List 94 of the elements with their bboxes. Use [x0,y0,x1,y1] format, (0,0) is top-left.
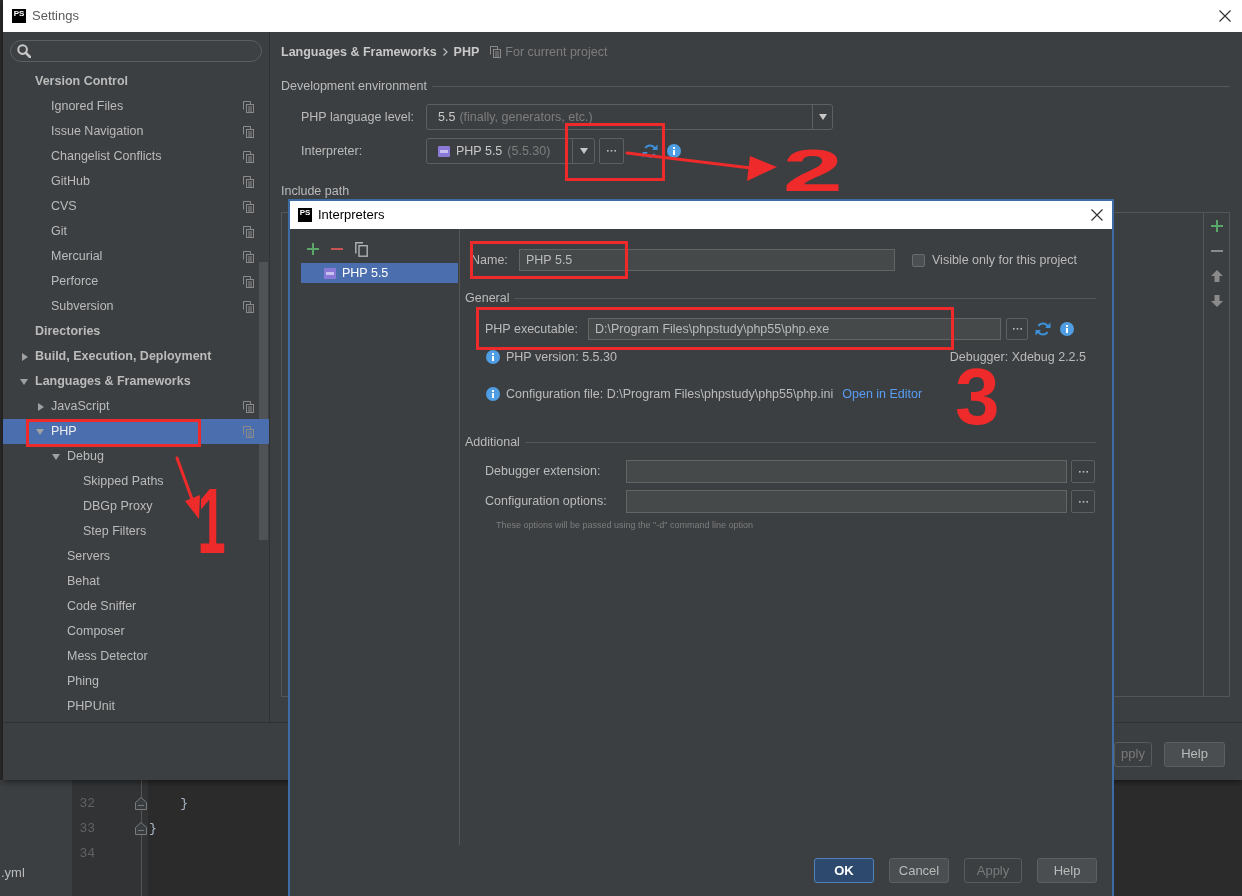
tree-item[interactable]: Ignored Files [3,94,269,119]
window-title: Settings [32,7,79,26]
refresh-icon[interactable] [1035,321,1051,337]
field-label: Configuration options: [485,493,608,511]
fold-marker-icon[interactable] [135,822,147,835]
tree-item[interactable]: CVS [3,194,269,219]
field-label: PHP language level: [301,108,416,126]
dialog-button[interactable]: OK [814,858,874,883]
arrow-up-icon[interactable] [1210,269,1223,282]
plus-icon[interactable] [307,243,319,255]
tree-item[interactable]: PHPUnit [3,694,269,719]
minus-icon[interactable] [1210,249,1223,252]
executable-path-field[interactable]: D:\Program Files\phpstudy\php55\php.exe [588,318,1001,340]
checkbox[interactable] [912,253,925,267]
tree-item[interactable]: Subversion [3,294,269,319]
app-logo: PS [12,9,26,23]
input-field[interactable] [626,460,1067,483]
scope-label: For current project [505,43,608,61]
section-title: General [465,289,510,307]
interpreter-dropdown[interactable]: PHP 5.5 (5.5.30) [426,138,595,164]
info-icon [486,387,500,401]
name-field[interactable]: PHP 5.5 [519,249,895,271]
info-text: Configuration file: D:\Program Files\phpstudy\php55\php.ini [506,385,834,403]
app-logo: PS [298,208,312,222]
caret-down-icon[interactable] [52,453,60,460]
fold-marker-icon[interactable] [135,797,147,810]
search-icon [17,44,31,58]
tree-item[interactable]: Mercurial [3,244,269,269]
caret-right-icon[interactable] [38,402,44,411]
field-label: PHP executable: [485,320,579,338]
dialog-button[interactable]: Cancel [889,858,949,883]
tree-item[interactable]: Debug [3,444,269,469]
browse-button[interactable] [1071,490,1095,513]
tree-item[interactable]: Issue Navigation [3,119,269,144]
section-title: Include path [281,184,350,198]
ellipsis-icon [1078,500,1088,503]
breadcrumb-item: Languages & Frameworks [281,43,437,61]
field-label: Debugger extension: [485,463,602,481]
code-line: } [179,794,188,813]
close-icon[interactable] [1091,209,1103,221]
scrollbar-thumb[interactable] [259,262,268,540]
caret-down-icon[interactable] [579,148,588,154]
plus-icon[interactable] [1210,219,1223,232]
caret-right-icon[interactable] [22,352,28,361]
section-title: Development environment [281,77,427,95]
dialog-button[interactable]: Help [1037,858,1097,883]
code-line: } [149,819,157,838]
arrow-down-icon[interactable] [1210,294,1223,307]
tree-item[interactable]: Directories [3,319,269,344]
handwritten-number: 2 [782,148,843,193]
breadcrumb-item: PHP [453,43,480,61]
close-icon[interactable] [1219,10,1231,22]
tree-item[interactable]: Languages & Frameworks [3,369,269,394]
dialog-title: Interpreters [318,206,385,225]
chevron-right-icon [442,48,448,56]
file-name[interactable]: .yml [0,866,72,880]
tree-item[interactable]: JavaScript [3,394,269,419]
caret-down-icon[interactable] [20,378,28,385]
tree-item[interactable]: Composer [3,619,269,644]
dialog-button[interactable]: Help [1164,741,1225,767]
info-text: PHP version: 5.5.30 [506,348,617,366]
tree-item[interactable]: Code Sniffer [3,594,269,619]
section-title: Additional [465,433,520,451]
ellipsis-icon [1078,470,1088,473]
tile-icon [438,145,450,157]
tree-item[interactable]: Perforce [3,269,269,294]
language-level-dropdown[interactable]: 5.5 (finally, generators, etc.) [426,104,833,130]
info-icon [486,350,500,364]
browse-button[interactable] [1006,318,1028,340]
tree-item[interactable]: Version Control [3,69,269,94]
info-text: Debugger: Xdebug 2.2.5 [949,348,1086,364]
tree-item[interactable]: Git [3,219,269,244]
tree-item[interactable]: Phing [3,669,269,694]
tile-icon [324,267,336,279]
caret-down-icon[interactable] [818,114,827,120]
tree-item[interactable]: Changelist Conflicts [3,144,269,169]
field-label: Interpreter: [301,142,364,160]
pages-icon [490,46,502,58]
tree-item[interactable]: Behat [3,569,269,594]
info-icon [667,144,681,158]
input-field[interactable] [626,490,1067,513]
copy-icon[interactable] [355,241,368,257]
tree-item[interactable]: Build, Execution, Deployment [3,344,269,369]
handwritten-number: 1 [197,487,226,556]
search-field[interactable] [10,40,262,62]
list-item[interactable]: PHP 5.5 [301,263,458,283]
refresh-icon[interactable] [642,143,658,159]
browse-button[interactable] [1071,460,1095,483]
tree-item[interactable]: Mess Detector [3,644,269,669]
info-icon [1060,322,1074,336]
tree-item[interactable]: GitHub [3,169,269,194]
open-in-editor-link[interactable]: Open in Editor [842,384,923,404]
checkbox-label[interactable]: Visible only for this project [932,250,1077,270]
browse-button[interactable] [599,138,624,164]
